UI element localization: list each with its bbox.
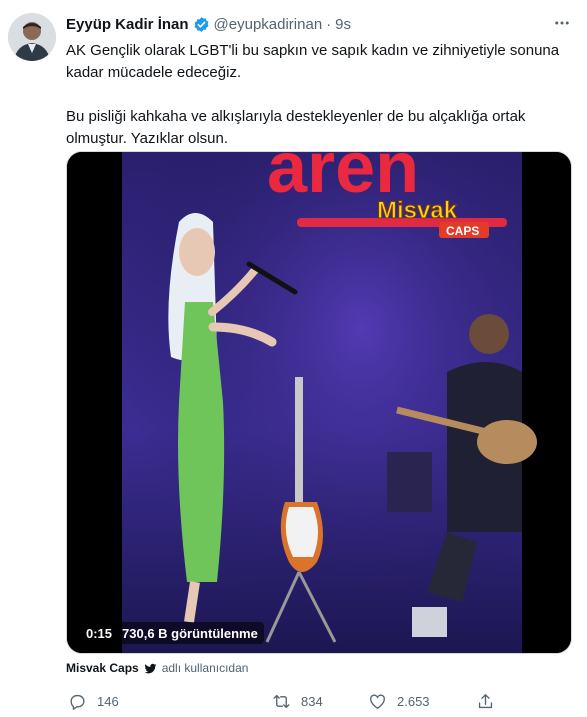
share-button[interactable] xyxy=(476,688,495,714)
verified-badge-icon xyxy=(193,16,210,33)
tweet-paragraph-2: Bu pisliği kahkaha ve alkışlarıyla deste… xyxy=(66,108,526,147)
tweet-text: AK Gençlik olarak LGBT'li bu sapkın ve s… xyxy=(66,40,571,150)
video-info-overlay: 0:15 730,6 B görüntülenme xyxy=(80,622,264,644)
attribution-name[interactable]: Misvak Caps xyxy=(66,661,139,675)
video-attribution: Misvak Caps adlı kullanıcıdan xyxy=(66,659,248,677)
tweet[interactable]: Eyyüp Kadir İnan @eyupkadirinan · 9s AK … xyxy=(0,0,587,717)
like-icon xyxy=(368,692,387,711)
twitter-bird-icon xyxy=(144,662,157,675)
video-player[interactable]: aren Misvak CAPS xyxy=(66,151,572,654)
reply-icon xyxy=(68,692,87,711)
like-count: 2.653 xyxy=(397,693,430,709)
video-frame: aren Misvak CAPS xyxy=(67,152,571,653)
retweet-icon xyxy=(272,692,291,711)
reply-button[interactable]: 146 xyxy=(68,688,119,714)
retweet-count: 834 xyxy=(301,693,323,709)
tweet-paragraph-1: AK Gençlik olarak LGBT'li bu sapkın ve s… xyxy=(66,42,560,81)
tweet-actions: 146 834 2.653 xyxy=(66,688,572,714)
author-handle[interactable]: @eyupkadirinan xyxy=(214,16,323,33)
separator-dot: · xyxy=(326,15,332,33)
more-icon[interactable] xyxy=(551,12,573,34)
reply-count: 146 xyxy=(97,693,119,709)
avatar[interactable] xyxy=(8,13,56,61)
watermark-line1: Misvak xyxy=(377,197,458,224)
watermark-line2: CAPS xyxy=(446,224,479,238)
attribution-suffix: adlı kullanıcıdan xyxy=(161,661,249,675)
author-display-name[interactable]: Eyyüp Kadir İnan xyxy=(66,16,189,33)
share-icon xyxy=(476,692,495,711)
video-duration: 0:15 xyxy=(86,625,113,641)
like-button[interactable]: 2.653 xyxy=(368,688,430,714)
retweet-button[interactable]: 834 xyxy=(272,688,323,714)
tweet-time[interactable]: 9s xyxy=(335,16,351,33)
video-views: 730,6 B görüntülenme xyxy=(122,625,258,641)
tweet-header: Eyyüp Kadir İnan @eyupkadirinan · 9s xyxy=(66,14,351,34)
